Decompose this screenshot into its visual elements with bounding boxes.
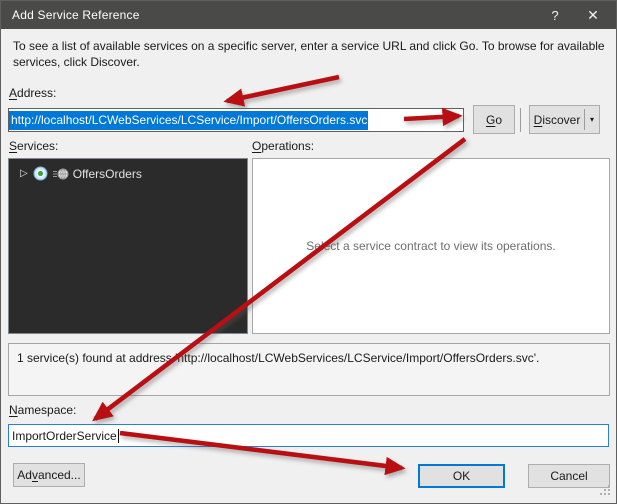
services-label: Services: (9, 139, 58, 153)
tree-expander-icon[interactable]: ▷ (20, 168, 28, 179)
operations-label: Operations: (252, 139, 314, 153)
titlebar: Add Service Reference ? ✕ (1, 1, 616, 29)
toolbar-separator (520, 108, 521, 132)
namespace-label: Namespace: (9, 403, 76, 417)
ok-button[interactable]: OK (418, 464, 505, 488)
operations-panel[interactable]: Select a service contract to view its op… (252, 158, 610, 334)
chevron-down-icon[interactable]: ▾ (585, 115, 599, 124)
address-input[interactable]: http://localhost/LCWebServices/LCService… (8, 108, 464, 132)
services-tree-panel[interactable]: ▷ (8, 158, 248, 334)
add-service-reference-dialog: Add Service Reference ? ✕ To see a list … (0, 0, 617, 504)
address-label: Address: (9, 86, 56, 100)
status-message: 1 service(s) found at address 'http://lo… (17, 351, 539, 365)
tree-item-offersorders[interactable]: ▷ (20, 166, 247, 181)
close-icon[interactable]: ✕ (574, 1, 612, 29)
service-contract-globe-icon (52, 167, 69, 181)
intro-text: To see a list of available services on a… (13, 38, 607, 70)
status-box: 1 service(s) found at address 'http://lo… (8, 343, 610, 396)
discover-button[interactable]: Discover ▾ (529, 105, 600, 134)
tree-item-label: OffersOrders (73, 167, 142, 181)
address-selected-text: http://localhost/LCWebServices/LCService… (9, 111, 368, 130)
namespace-input[interactable]: ImportOrderService (8, 424, 609, 447)
namespace-value: ImportOrderService (12, 429, 117, 443)
service-icon (33, 166, 48, 181)
operations-empty-message: Select a service contract to view its op… (306, 239, 555, 253)
help-icon[interactable]: ? (536, 1, 574, 29)
advanced-button[interactable]: Advanced... (13, 463, 85, 487)
dialog-title: Add Service Reference (12, 8, 536, 22)
cancel-button[interactable]: Cancel (528, 464, 610, 488)
arrow-to-address-field (227, 77, 339, 101)
go-button[interactable]: Go (473, 105, 515, 134)
resize-grip-icon[interactable] (600, 485, 611, 499)
text-caret (118, 429, 119, 443)
